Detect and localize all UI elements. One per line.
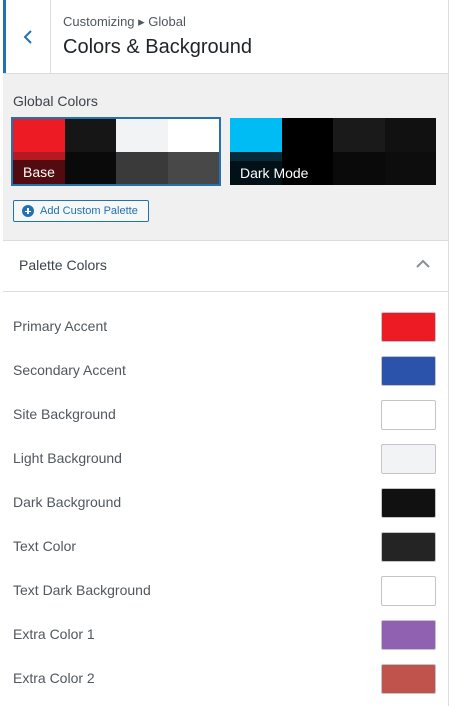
palette-color-row: Secondary Accent	[3, 348, 448, 392]
palette-swatch	[64, 119, 116, 152]
color-picker-swatch[interactable]	[381, 532, 436, 562]
palette-color-row: Site Background	[3, 392, 448, 436]
plus-circle-icon	[22, 205, 34, 217]
palette-colors-toggle[interactable]: Palette Colors	[3, 241, 448, 292]
palette-color-label: Text Dark Background	[13, 582, 151, 598]
palette-swatch	[384, 118, 436, 152]
palette-color-row: Extra Color 2	[3, 656, 448, 700]
palette-swatch	[384, 151, 436, 185]
palette-color-row: Text Dark Background	[3, 568, 448, 612]
palette-color-label: Extra Color 2	[13, 670, 95, 686]
palette-color-label: Text Color	[13, 538, 77, 554]
palette-color-label: Light Background	[13, 450, 122, 466]
palette-colors-list: Primary Accent Secondary Accent Site Backg…	[3, 304, 448, 700]
palette-color-row: Light Background	[3, 436, 448, 480]
palette-label: Dark Mode	[230, 161, 319, 185]
palette-color-row: Text Color	[3, 524, 448, 568]
color-picker-swatch[interactable]	[381, 620, 436, 650]
page-title: Colors & Background	[63, 36, 252, 58]
color-picker-swatch[interactable]	[381, 664, 436, 694]
palette-swatch	[64, 151, 116, 184]
palette-dark-mode[interactable]: Dark Mode	[230, 118, 436, 185]
panel-header: Customizing ▸ Global Colors & Background	[3, 0, 448, 74]
back-button[interactable]	[3, 0, 51, 73]
palette-swatch	[333, 151, 385, 185]
palette-swatch	[13, 119, 65, 152]
color-picker-swatch[interactable]	[381, 400, 436, 430]
palette-color-label: Site Background	[13, 406, 116, 422]
palette-swatch	[116, 119, 168, 152]
palette-color-row: Extra Color 1	[3, 612, 448, 656]
color-picker-swatch[interactable]	[381, 312, 436, 342]
add-custom-palette-label: Add Custom Palette	[40, 205, 138, 217]
chevron-up-icon	[416, 259, 430, 268]
palette-swatch	[167, 151, 219, 184]
palette-swatch	[333, 118, 385, 152]
palette-color-row: Primary Accent	[3, 304, 448, 348]
palette-color-label: Extra Color 1	[13, 626, 95, 642]
palette-colors-title: Palette Colors	[19, 257, 107, 273]
global-colors-section: Global Colors Base Dark Mode Add Custom …	[3, 74, 448, 241]
palette-label: Base	[13, 160, 65, 184]
palette-color-row: Dark Background	[3, 480, 448, 524]
color-picker-swatch[interactable]	[381, 488, 436, 518]
color-picker-swatch[interactable]	[381, 576, 436, 606]
palette-color-label: Secondary Accent	[13, 362, 126, 378]
color-picker-swatch[interactable]	[381, 444, 436, 474]
palette-color-label: Dark Background	[13, 494, 122, 510]
global-colors-label: Global Colors	[13, 93, 98, 109]
chevron-left-icon	[23, 29, 32, 44]
palette-swatch	[167, 119, 219, 152]
add-custom-palette-button[interactable]: Add Custom Palette	[13, 200, 149, 222]
palette-swatch	[230, 118, 282, 152]
color-picker-swatch[interactable]	[381, 356, 436, 386]
customizer-panel: Customizing ▸ Global Colors & Background…	[0, 0, 449, 706]
palette-base[interactable]: Base	[11, 117, 221, 186]
palette-color-label: Primary Accent	[13, 318, 108, 334]
palette-swatch	[281, 118, 333, 152]
palette-swatch	[116, 151, 168, 184]
breadcrumb: Customizing ▸ Global	[63, 14, 186, 29]
